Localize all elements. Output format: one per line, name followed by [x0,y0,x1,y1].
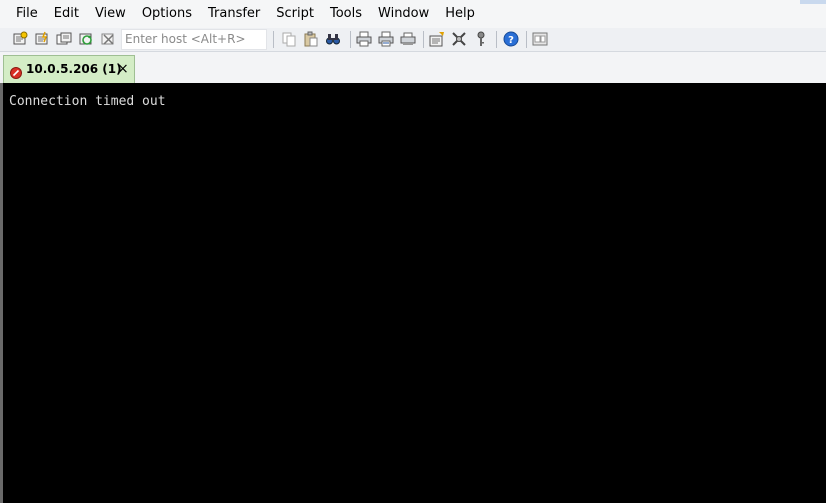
window-frame-accent [800,0,826,4]
sftp-icon[interactable] [531,30,549,48]
copy-icon[interactable] [280,30,298,48]
reconnect-icon[interactable] [77,30,95,48]
menu-tools[interactable]: Tools [322,4,370,24]
print-icon[interactable] [355,30,373,48]
print-setup-icon[interactable] [399,30,417,48]
close-tab-button[interactable]: × [117,61,129,77]
print-selection-icon[interactable] [377,30,395,48]
menu-file[interactable]: File [8,4,46,24]
connect-icon[interactable] [11,30,29,48]
svg-text:?: ? [508,35,514,46]
menu-items: File Edit View Options Transfer Script T… [8,4,483,24]
menu-edit[interactable]: Edit [46,4,87,24]
menu-window[interactable]: Window [370,4,437,24]
session-tab[interactable]: 10.0.5.206 (1) × [3,55,135,83]
toolbar-separator [273,31,274,48]
session-tab-strip: 10.0.5.206 (1) × [0,52,826,83]
toolbar-separator [350,31,351,48]
menu-bar: File Edit View Options Transfer Script T… [0,0,826,28]
toolbar: Enter host <Alt+R> ? [0,28,826,52]
session-options-icon[interactable] [428,30,446,48]
keymap-icon[interactable] [472,30,490,48]
connect-in-tab-icon[interactable] [55,30,73,48]
terminal-output-line: Connection timed out [9,94,166,109]
toolbar-separator [496,31,497,48]
quick-connect-input[interactable]: Enter host <Alt+R> [121,29,267,50]
menu-view[interactable]: View [87,4,134,24]
toolbar-separator [423,31,424,48]
quick-connect-icon[interactable] [33,30,51,48]
find-icon[interactable] [324,30,342,48]
menu-options[interactable]: Options [134,4,200,24]
menu-script[interactable]: Script [268,4,322,24]
global-options-icon[interactable] [450,30,468,48]
disconnected-status-icon [10,64,22,79]
help-icon[interactable]: ? [502,30,520,48]
terminal-window[interactable]: Connection timed out [0,83,826,503]
disconnect-icon[interactable] [99,30,117,48]
menu-transfer[interactable]: Transfer [200,4,268,24]
toolbar-separator [526,31,527,48]
menu-help[interactable]: Help [437,4,483,24]
session-tab-label: 10.0.5.206 (1) [26,62,122,76]
paste-icon[interactable] [302,30,320,48]
